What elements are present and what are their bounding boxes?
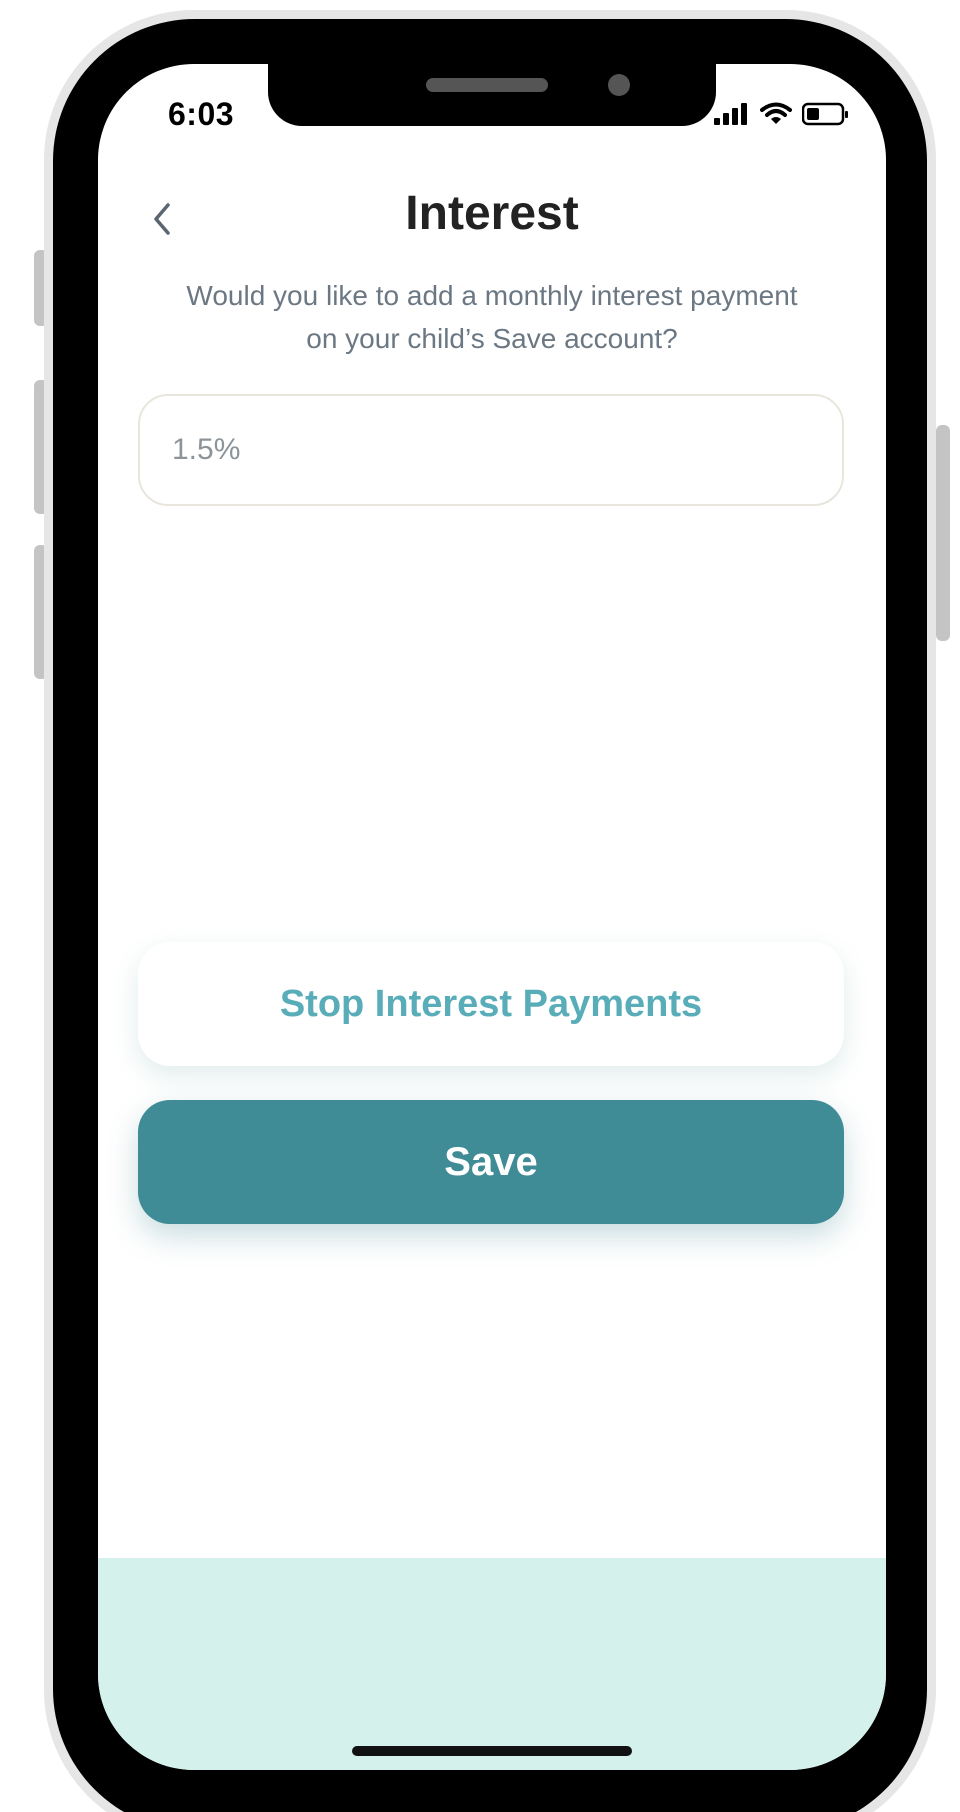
interest-question: Would you like to add a monthly interest…: [186, 280, 798, 354]
status-time: 6:03: [168, 96, 235, 132]
signal-icon: [714, 103, 750, 130]
phone-screen: 6:03 Interest Would you like to add a mo…: [98, 64, 886, 1770]
stop-interest-payments-button[interactable]: Stop Interest Payments: [138, 942, 844, 1066]
interest-rate-input[interactable]: [138, 394, 844, 506]
status-icons: [714, 102, 850, 131]
save-button[interactable]: Save: [138, 1100, 844, 1224]
notch: [268, 64, 716, 126]
wifi-icon: [760, 102, 792, 131]
speaker-grille: [426, 78, 548, 92]
app-stage: 6:03 Interest Would you like to add a mo…: [0, 0, 960, 1812]
battery-icon: [801, 102, 850, 131]
page-title: Interest: [405, 187, 579, 240]
bottom-panel: [98, 1558, 886, 1770]
front-camera: [608, 74, 630, 96]
home-indicator[interactable]: [352, 1746, 632, 1756]
phone-power-button: [936, 425, 950, 641]
